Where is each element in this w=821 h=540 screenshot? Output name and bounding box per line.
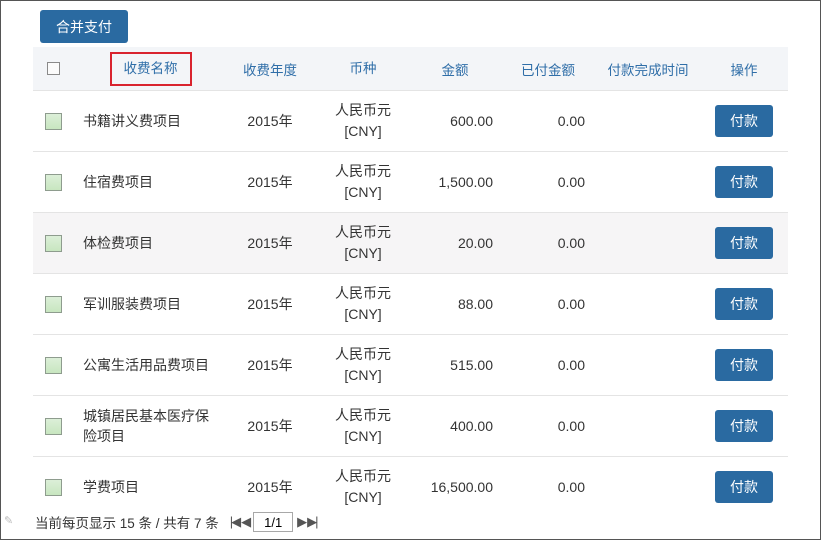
- row-checkbox[interactable]: [44, 417, 62, 435]
- row-checkbox[interactable]: [44, 112, 62, 130]
- prev-page-icon[interactable]: ◀: [241, 514, 251, 530]
- select-all-checkbox[interactable]: [46, 62, 60, 75]
- currency-code: [CNY]: [344, 245, 382, 261]
- table-row: 体检费项目 2015年 人民币元 [CNY] 20.00 0.00 付款: [33, 212, 788, 273]
- table-header: 收费名称 收费年度 币种 金额 已付金额 付款完成时间 操作: [33, 47, 788, 90]
- table-row: 城镇居民基本医疗保 险项目 2015年 人民币元 [CNY] 400.00 0.00…: [33, 395, 788, 456]
- fee-name-line1: 城镇居民基本医疗保: [83, 408, 209, 424]
- watermark-icon: ✎: [4, 515, 14, 527]
- table-row: 公寓生活用品费项目 2015年 人民币元 [CNY] 515.00 0.00 付款: [33, 334, 788, 395]
- currency: 人民币元 [CNY]: [323, 274, 403, 334]
- pay-button[interactable]: 付款: [715, 471, 773, 503]
- page-number-input[interactable]: [253, 512, 294, 532]
- table-row: 军训服装费项目 2015年 人民币元 [CNY] 88.00 0.00 付款: [33, 273, 788, 334]
- header-paid-amount: 已付金额: [521, 62, 575, 78]
- fee-name: 书籍讲义费项目: [83, 113, 181, 129]
- fee-table: 收费名称 收费年度 币种 金额 已付金额 付款完成时间 操作 书籍讲义费项目 2…: [33, 47, 788, 517]
- paid-time: [593, 91, 703, 151]
- currency-name: 人民币元: [335, 102, 391, 118]
- currency-name: 人民币元: [335, 407, 391, 423]
- paid-amount: 0.00: [557, 479, 585, 495]
- amount: 20.00: [457, 235, 493, 251]
- currency-name: 人民币元: [335, 163, 391, 179]
- currency: 人民币元 [CNY]: [323, 152, 403, 212]
- pay-button[interactable]: 付款: [715, 227, 773, 259]
- fee-name: 体检费项目: [83, 235, 153, 251]
- paid-amount: 0.00: [557, 113, 585, 129]
- currency-name: 人民币元: [335, 224, 391, 240]
- fee-name: 城镇居民基本医疗保 险项目: [83, 396, 233, 456]
- fee-name: 军训服装费项目: [83, 296, 181, 312]
- fee-year: 2015年: [247, 174, 293, 190]
- amount: 515.00: [450, 357, 493, 373]
- amount: 400.00: [450, 418, 493, 434]
- fee-year: 2015年: [247, 357, 293, 373]
- fee-year: 2015年: [247, 479, 293, 495]
- paid-time: [593, 396, 703, 456]
- next-page-icon[interactable]: ▶: [297, 514, 307, 530]
- paid-time: [593, 213, 703, 273]
- fee-year: 2015年: [247, 296, 293, 312]
- table-row: 书籍讲义费项目 2015年 人民币元 [CNY] 600.00 0.00 付款: [33, 90, 788, 151]
- currency-code: [CNY]: [344, 428, 382, 444]
- pagination-summary: 当前每页显示 15 条 / 共有 7 条: [35, 516, 219, 531]
- amount: 600.00: [450, 113, 493, 129]
- last-page-icon[interactable]: ▶|: [307, 514, 318, 530]
- paid-time: [593, 152, 703, 212]
- pagination-bar: 当前每页显示 15 条 / 共有 7 条 |◀ ◀ ▶ ▶|: [35, 511, 319, 533]
- row-checkbox[interactable]: [44, 478, 62, 496]
- currency-code: [CNY]: [344, 489, 382, 505]
- currency-code: [CNY]: [344, 306, 382, 322]
- currency: 人民币元 [CNY]: [323, 213, 403, 273]
- paid-amount: 0.00: [557, 296, 585, 312]
- row-checkbox[interactable]: [44, 295, 62, 313]
- paid-amount: 0.00: [557, 235, 585, 251]
- currency-code: [CNY]: [344, 123, 382, 139]
- currency-code: [CNY]: [344, 367, 382, 383]
- merge-pay-button[interactable]: 合并支付: [40, 10, 128, 43]
- fee-year: 2015年: [247, 235, 293, 251]
- row-checkbox[interactable]: [44, 173, 62, 191]
- paid-time: [593, 335, 703, 395]
- row-checkbox[interactable]: [44, 356, 62, 374]
- table-row: 学费项目 2015年 人民币元 [CNY] 16,500.00 0.00 付款: [33, 456, 788, 517]
- pay-button[interactable]: 付款: [715, 166, 773, 198]
- fee-year: 2015年: [247, 418, 293, 434]
- fee-name-line2: 险项目: [83, 428, 125, 444]
- paid-amount: 0.00: [557, 418, 585, 434]
- fee-name: 住宿费项目: [83, 174, 153, 190]
- row-checkbox[interactable]: [44, 234, 62, 252]
- currency-code: [CNY]: [344, 184, 382, 200]
- header-action: 操作: [730, 62, 758, 78]
- currency: 人民币元 [CNY]: [323, 335, 403, 395]
- currency-name: 人民币元: [335, 285, 391, 301]
- paid-time: [593, 457, 703, 517]
- pay-button[interactable]: 付款: [715, 410, 773, 442]
- paid-amount: 0.00: [557, 357, 585, 373]
- fee-year: 2015年: [247, 113, 293, 129]
- currency: 人民币元 [CNY]: [323, 396, 403, 456]
- paid-time: [593, 274, 703, 334]
- pay-button[interactable]: 付款: [715, 105, 773, 137]
- fee-name: 学费项目: [83, 479, 139, 495]
- currency-name: 人民币元: [335, 346, 391, 362]
- currency-name: 人民币元: [335, 468, 391, 484]
- amount: 88.00: [457, 296, 493, 312]
- fee-name: 公寓生活用品费项目: [83, 357, 209, 373]
- paid-amount: 0.00: [557, 174, 585, 190]
- first-page-icon[interactable]: |◀: [230, 514, 241, 530]
- pay-button[interactable]: 付款: [715, 288, 773, 320]
- header-fee-year: 收费年度: [243, 62, 297, 78]
- table-row: 住宿费项目 2015年 人民币元 [CNY] 1,500.00 0.00 付款: [33, 151, 788, 212]
- header-currency: 币种: [349, 61, 377, 76]
- header-fee-name[interactable]: 收费名称: [109, 51, 192, 86]
- currency: 人民币元 [CNY]: [323, 91, 403, 151]
- amount: 16,500.00: [430, 479, 493, 495]
- pay-button[interactable]: 付款: [715, 349, 773, 381]
- currency: 人民币元 [CNY]: [323, 457, 403, 517]
- header-amount: 金额: [441, 62, 469, 78]
- header-paid-time: 付款完成时间: [607, 62, 689, 78]
- amount: 1,500.00: [438, 174, 494, 190]
